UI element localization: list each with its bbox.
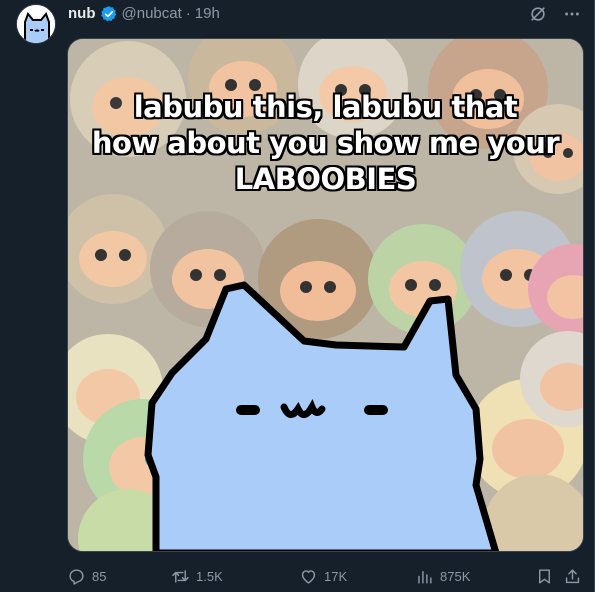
reply-count: 85	[92, 568, 107, 584]
caption-line-3: LABOOBIES	[234, 162, 417, 196]
heart-icon	[301, 569, 316, 584]
share-button[interactable]	[563, 567, 582, 586]
avatar[interactable]	[16, 4, 56, 44]
tweet[interactable]: nub @nubcat · 19h labubu this, labubu th…	[0, 0, 595, 592]
reply-icon	[69, 568, 84, 585]
verified-badge-icon[interactable]	[100, 5, 118, 23]
cat-avatar-icon	[17, 5, 55, 43]
reply-button[interactable]: 85	[67, 567, 106, 586]
repost-icon	[172, 569, 189, 583]
caption-line-1: labubu this, labubu that	[133, 90, 518, 124]
separator-dot: ·	[185, 5, 191, 22]
meme-caption: labubu this, labubu that how about you s…	[68, 89, 583, 197]
more-options-icon[interactable]	[562, 4, 582, 24]
repost-button[interactable]: 1.5K	[171, 567, 223, 586]
bookmark-button[interactable]	[535, 567, 554, 586]
view-count: 875K	[440, 568, 471, 584]
tweet-header: nub @nubcat · 19h	[68, 4, 220, 24]
bookmark-icon	[539, 568, 550, 584]
grok-icon[interactable]	[528, 4, 548, 24]
action-bar: 85 1.5K 17K 875K	[67, 564, 587, 588]
author-handle[interactable]: @nubcat	[122, 4, 182, 24]
post-time[interactable]: 19h	[195, 4, 220, 24]
like-button[interactable]: 17K	[299, 567, 347, 586]
repost-count: 1.5K	[196, 568, 223, 584]
like-count: 17K	[324, 568, 348, 584]
share-icon	[565, 568, 580, 583]
analytics-icon	[418, 570, 432, 584]
views-button[interactable]: 875K	[415, 567, 470, 586]
author-display-name[interactable]: nub	[68, 4, 96, 24]
caption-line-2: how about you show me your	[91, 126, 560, 160]
tweet-image[interactable]: labubu this, labubu that how about you s…	[67, 38, 584, 552]
top-actions	[528, 4, 582, 24]
